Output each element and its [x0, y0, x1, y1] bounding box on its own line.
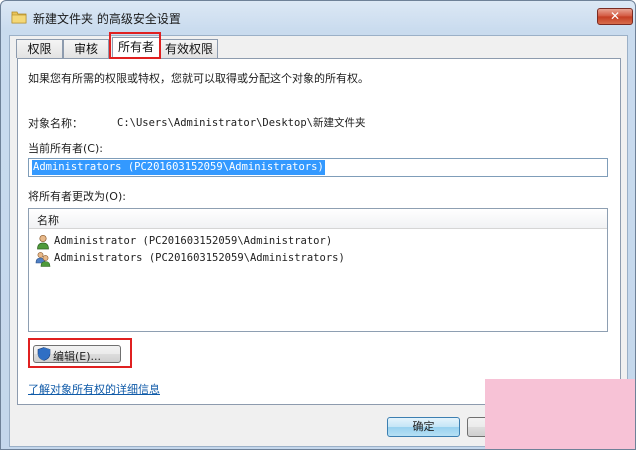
tab-label: 审核 — [73, 42, 98, 56]
current-owner-field[interactable]: Administrators (PC201603152059\Administr… — [28, 158, 608, 177]
ownership-details-link[interactable]: 了解对象所有权的详细信息 — [28, 381, 160, 397]
edit-button-label: 编辑(E)... — [53, 350, 102, 363]
dialog-window: 新建文件夹 的高级安全设置 ✕ 权限 审核 所有者 有效权限 如果您有所需的权限… — [0, 0, 636, 450]
list-column-header[interactable]: 名称 — [29, 209, 607, 229]
cancel-button[interactable] — [467, 417, 540, 437]
ok-button[interactable]: 确定 — [387, 417, 460, 437]
tab-label: 权限 — [27, 42, 52, 56]
column-name-label: 名称 — [37, 214, 59, 227]
uac-shield-icon — [37, 347, 51, 361]
tab-effective-permissions[interactable]: 有效权限 — [160, 39, 218, 58]
object-name-label: 对象名称： — [28, 117, 83, 130]
window-title: 新建文件夹 的高级安全设置 — [33, 12, 181, 26]
edit-button[interactable]: 编辑(E)... — [33, 345, 121, 363]
current-owner-label: 当前所有者(C): — [28, 142, 103, 155]
intro-text: 如果您有所需的权限或特权，您就可以取得或分配这个对象的所有权。 — [28, 72, 369, 85]
object-name-value: C:\Users\Administrator\Desktop\新建文件夹 — [117, 117, 366, 129]
close-button[interactable]: ✕ — [597, 8, 633, 25]
title-bar[interactable]: 新建文件夹 的高级安全设置 ✕ — [1, 1, 635, 35]
change-owner-label: 将所有者更改为(O): — [28, 190, 126, 203]
tab-auditing[interactable]: 审核 — [63, 39, 109, 58]
group-icon — [35, 252, 51, 267]
ok-button-label: 确定 — [412, 420, 435, 433]
owner-name: Administrators (PC201603152059\Administr… — [54, 252, 345, 264]
owner-list[interactable]: 名称 Administrator (PC201603152059\Adminis… — [28, 208, 608, 332]
tab-owner[interactable]: 所有者 — [112, 37, 160, 59]
close-icon: ✕ — [609, 9, 621, 23]
current-owner-value: Administrators (PC201603152059\Administr… — [32, 160, 325, 175]
tab-label: 有效权限 — [164, 42, 213, 56]
tab-permissions[interactable]: 权限 — [16, 39, 63, 58]
user-icon — [37, 234, 49, 250]
tab-label: 所有者 — [117, 40, 154, 54]
owner-name: Administrator (PC201603152059\Administra… — [54, 235, 333, 247]
folder-icon — [11, 11, 27, 24]
